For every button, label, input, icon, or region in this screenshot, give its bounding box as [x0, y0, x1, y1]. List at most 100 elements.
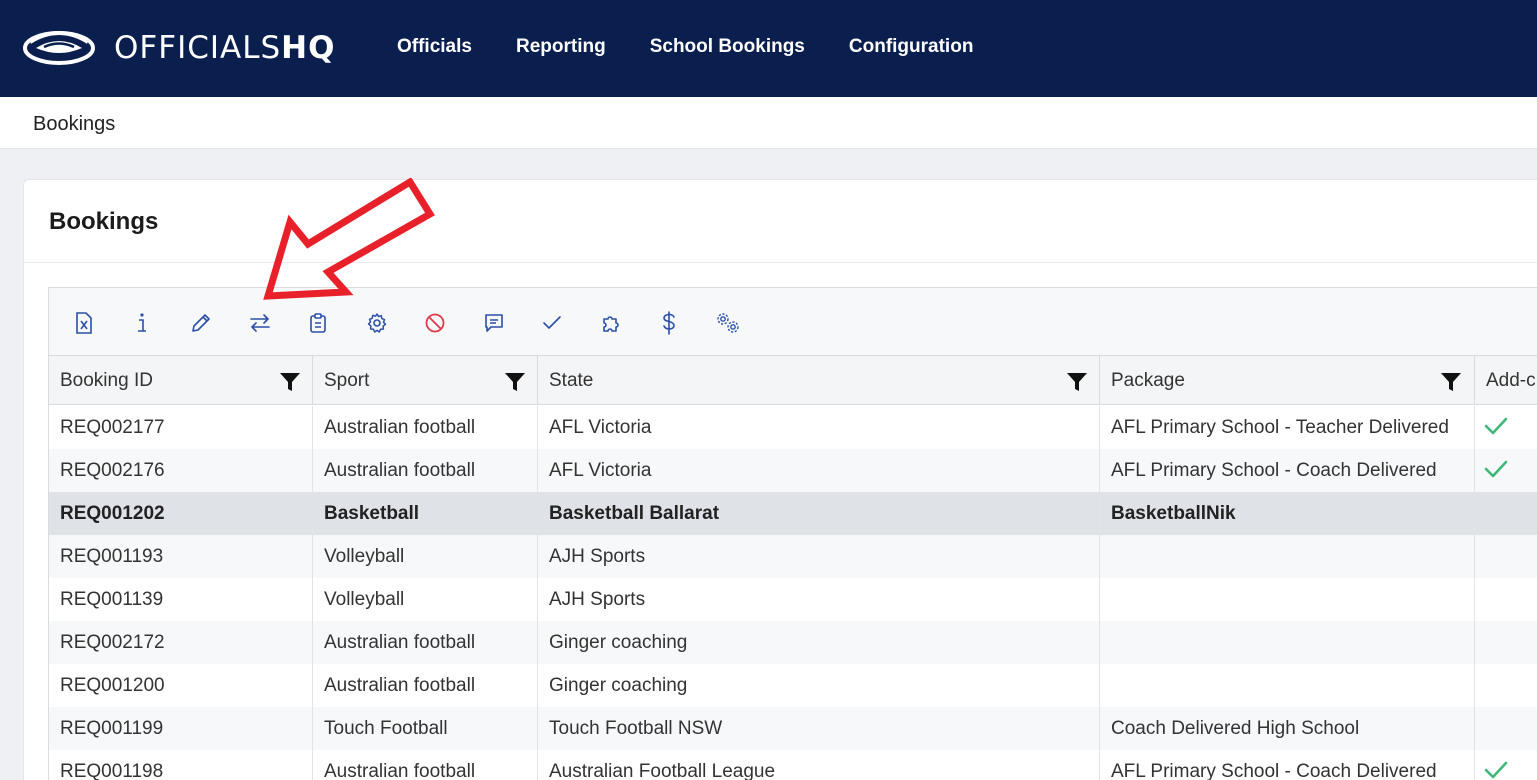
bookings-card: Bookings Booking ID Sport State Package …: [23, 179, 1537, 780]
cell-package: [1100, 578, 1475, 621]
cell-addon: [1475, 449, 1537, 492]
edit-button[interactable]: [186, 308, 216, 338]
cell-addon: [1475, 621, 1537, 664]
cell-booking-id: REQ001198: [49, 750, 313, 780]
settings-button[interactable]: [362, 308, 392, 338]
cancel-booking-button[interactable]: [420, 308, 450, 338]
clipboard-button[interactable]: [303, 308, 333, 338]
cell-state: Basketball Ballarat: [538, 492, 1100, 535]
cell-state: AFL Victoria: [538, 449, 1100, 492]
filter-icon[interactable]: [1440, 372, 1462, 392]
cell-sport: Touch Football: [313, 707, 538, 750]
excel-export-icon: [76, 312, 92, 334]
cell-addon: [1475, 406, 1537, 449]
table-row[interactable]: REQ001139 Volleyball AJH Sports: [49, 578, 1537, 621]
filter-icon[interactable]: [1066, 372, 1088, 392]
table-row[interactable]: REQ002176 Australian football AFL Victoria…: [49, 449, 1537, 492]
nav-menu: Officials Reporting School Bookings Conf…: [397, 36, 1017, 58]
info-button[interactable]: [127, 308, 157, 338]
check-icon: [1484, 460, 1508, 478]
table-row[interactable]: REQ001202 Basketball Basketball Ballarat Ba…: [49, 492, 1537, 535]
card-divider: [24, 262, 1537, 263]
cell-sport: Australian football: [313, 406, 538, 449]
nav-item-configuration[interactable]: Configuration: [849, 36, 974, 58]
annotation-arrow-icon: [263, 178, 435, 300]
column-label: State: [549, 370, 594, 391]
clipboard-icon: [310, 313, 326, 333]
cell-state: AJH Sports: [538, 535, 1100, 578]
brand-logo[interactable]: OFFICIALSHQ: [22, 28, 335, 68]
column-header-state[interactable]: State: [538, 356, 1100, 405]
cell-booking-id: REQ002176: [49, 449, 313, 492]
column-label: Add-c: [1486, 370, 1536, 391]
column-header-package[interactable]: Package: [1100, 356, 1475, 405]
cell-sport: Australian football: [313, 449, 538, 492]
column-label: Booking ID: [60, 370, 153, 391]
payment-button[interactable]: [654, 308, 684, 338]
cell-booking-id: REQ001193: [49, 535, 313, 578]
brand-name: OFFICIALSHQ: [114, 30, 336, 66]
column-label: Sport: [324, 370, 370, 391]
cell-sport: Volleyball: [313, 578, 538, 621]
info-icon: [138, 313, 146, 332]
cell-addon: [1475, 492, 1537, 535]
column-label: Package: [1111, 370, 1185, 391]
cell-state: AFL Victoria: [538, 406, 1100, 449]
swap-arrows-icon: [250, 314, 270, 332]
nav-item-reporting[interactable]: Reporting: [516, 36, 606, 58]
transfer-button[interactable]: [245, 308, 275, 338]
check-icon: [1484, 417, 1508, 435]
cell-addon: [1475, 707, 1537, 750]
cell-sport: Volleyball: [313, 535, 538, 578]
excel-export-button[interactable]: [69, 308, 99, 338]
table-row[interactable]: REQ001198 Australian football Australian F…: [49, 750, 1537, 780]
approve-button[interactable]: [537, 308, 567, 338]
cell-package: AFL Primary School - Teacher Delivered: [1100, 406, 1475, 449]
table-row[interactable]: REQ001200 Australian football Ginger coach…: [49, 664, 1537, 707]
table-row[interactable]: REQ002177 Australian football AFL Victoria…: [49, 406, 1537, 449]
breadcrumb[interactable]: Bookings: [33, 113, 115, 136]
bookings-grid: Booking ID Sport State Package Add-c REQ…: [48, 287, 1537, 780]
check-icon: [543, 316, 561, 329]
gear-icon: [367, 313, 387, 333]
cell-booking-id: REQ001139: [49, 578, 313, 621]
dollar-icon: [663, 311, 675, 335]
column-header-sport[interactable]: Sport: [313, 356, 538, 405]
cell-state: Ginger coaching: [538, 664, 1100, 707]
cell-sport: Basketball: [313, 492, 538, 535]
cell-state: Australian Football League: [538, 750, 1100, 780]
table-row[interactable]: REQ001193 Volleyball AJH Sports: [49, 535, 1537, 578]
cell-state: Ginger coaching: [538, 621, 1100, 664]
pencil-icon: [192, 314, 210, 332]
puzzle-icon: [603, 316, 619, 332]
column-header-addon[interactable]: Add-c: [1475, 356, 1537, 405]
cell-state: AJH Sports: [538, 578, 1100, 621]
stadium-logo-icon: [23, 31, 95, 65]
page-title: Bookings: [49, 208, 159, 235]
cell-package: BasketballNik: [1100, 492, 1475, 535]
top-navigation-bar: OFFICIALSHQ Officials Reporting School B…: [0, 0, 1537, 97]
cell-addon: [1475, 750, 1537, 780]
check-icon: [1484, 761, 1508, 779]
cancel-icon: [425, 313, 445, 333]
cell-addon: [1475, 535, 1537, 578]
filter-icon[interactable]: [504, 372, 526, 392]
cell-sport: Australian football: [313, 664, 538, 707]
column-header-booking-id[interactable]: Booking ID: [49, 356, 313, 405]
cell-package: [1100, 535, 1475, 578]
cell-addon: [1475, 578, 1537, 621]
table-header: Booking ID Sport State Package Add-c: [49, 356, 1537, 405]
comment-button[interactable]: [479, 308, 509, 338]
addons-button[interactable]: [596, 308, 626, 338]
table-row[interactable]: REQ001199 Touch Football Touch Football NS…: [49, 707, 1537, 750]
cell-package: AFL Primary School - Coach Delivered: [1100, 750, 1475, 780]
nav-item-officials[interactable]: Officials: [397, 36, 472, 58]
advanced-settings-button[interactable]: [713, 308, 743, 338]
nav-item-school-bookings[interactable]: School Bookings: [650, 36, 805, 58]
cell-booking-id: REQ001202: [49, 492, 313, 535]
comment-icon: [485, 314, 503, 332]
filter-icon[interactable]: [279, 372, 301, 392]
table-row[interactable]: REQ002172 Australian football Ginger coach…: [49, 621, 1537, 664]
cell-package: [1100, 664, 1475, 707]
cell-sport: Australian football: [313, 750, 538, 780]
